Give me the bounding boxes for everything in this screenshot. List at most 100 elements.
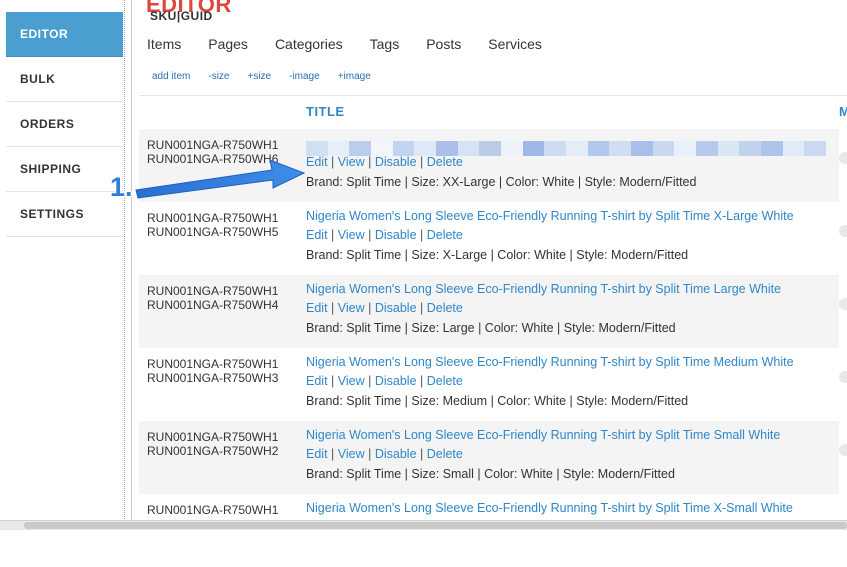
separator: | <box>364 228 375 242</box>
tab-services[interactable]: Services <box>488 36 542 52</box>
delete-link[interactable]: Delete <box>427 228 463 242</box>
disable-link[interactable]: Disable <box>375 155 417 169</box>
sku-cell: RUN001NGA-R750WH1 RUN001NGA-R750WH5 <box>147 211 278 239</box>
product-title-link[interactable]: Nigeria Women's Long Sleeve Eco-Friendly… <box>306 427 831 444</box>
title-cell: Nigeria Women's Long Sleeve Eco-Friendly… <box>306 427 831 484</box>
row-actions: Edit | View | Disable | Delete <box>306 444 831 464</box>
product-title-link[interactable]: Nigeria Women's Long Sleeve Eco-Friendly… <box>306 500 831 517</box>
title-cell: Edit | View | Disable | Delete Brand: Spl… <box>306 135 831 192</box>
separator: | <box>327 155 338 169</box>
row-handle-icon[interactable] <box>839 225 847 237</box>
sidebar-item-shipping[interactable]: SHIPPING <box>6 147 123 192</box>
edit-link[interactable]: Edit <box>306 228 328 242</box>
add-item-button[interactable]: add item <box>152 71 190 82</box>
view-link[interactable]: View <box>338 155 365 169</box>
hide-image-button[interactable]: -image <box>289 71 320 82</box>
product-title-link[interactable]: Nigeria Women's Long Sleeve Eco-Friendly… <box>306 354 831 371</box>
tab-bar: Items Pages Categories Tags Posts Services <box>147 36 569 52</box>
toolbar-actions: add item -size +size -image +image <box>152 71 389 82</box>
table-row: RUN001NGA-R750WH1 Nigeria Women's Long Sl… <box>139 494 839 567</box>
sidebar-item-bulk[interactable]: BULK <box>6 57 123 102</box>
disable-link[interactable]: Disable <box>375 228 417 242</box>
guid-value: RUN001NGA-R750WH4 <box>147 298 279 312</box>
delete-link[interactable]: Delete <box>427 155 463 169</box>
delete-link[interactable]: Delete <box>427 301 463 315</box>
sku-value: RUN001NGA-R750WH1 <box>147 284 279 298</box>
decrease-size-button[interactable]: -size <box>208 71 229 82</box>
separator: | <box>364 447 375 461</box>
row-handle-icon[interactable] <box>839 298 847 310</box>
divider <box>131 0 132 529</box>
column-header-sku[interactable]: SKU|GUID <box>150 9 213 23</box>
item-attributes: Brand: Split Time | Size: XX-Large | Col… <box>306 175 697 189</box>
separator: | <box>327 447 338 461</box>
sku-cell: RUN001NGA-R750WH1 RUN001NGA-R750WH4 <box>147 284 278 312</box>
show-image-button[interactable]: +image <box>338 71 371 82</box>
row-handle-icon[interactable] <box>839 371 847 383</box>
sidebar-item-editor[interactable]: EDITOR <box>6 12 123 57</box>
guid-value: RUN001NGA-R750WH2 <box>147 444 279 458</box>
disable-link[interactable]: Disable <box>375 301 417 315</box>
sku-value: RUN001NGA-R750WH1 <box>147 211 279 225</box>
guid-value: RUN001NGA-R750WH5 <box>147 225 279 239</box>
sidebar-item-settings[interactable]: SETTINGS <box>6 192 123 237</box>
separator: | <box>364 155 375 169</box>
column-header-more[interactable]: M <box>839 104 847 119</box>
delete-link[interactable]: Delete <box>427 374 463 388</box>
separator: | <box>416 228 427 242</box>
increase-size-button[interactable]: +size <box>247 71 271 82</box>
product-title-link[interactable]: Nigeria Women's Long Sleeve Eco-Friendly… <box>306 281 831 298</box>
separator: | <box>416 301 427 315</box>
sku-cell: RUN001NGA-R750WH1 RUN001NGA-R750WH6 <box>147 138 278 166</box>
sku-cell: RUN001NGA-R750WH1 RUN001NGA-R750WH2 <box>147 430 278 458</box>
sku-value: RUN001NGA-R750WH1 <box>147 503 279 517</box>
row-handle-icon[interactable] <box>839 152 847 164</box>
separator: | <box>364 301 375 315</box>
separator: | <box>364 374 375 388</box>
disable-link[interactable]: Disable <box>375 447 417 461</box>
sku-cell: RUN001NGA-R750WH1 <box>147 503 278 517</box>
row-actions: Edit | View | Disable | Delete <box>306 371 831 391</box>
edit-link[interactable]: Edit <box>306 155 328 169</box>
edit-link[interactable]: Edit <box>306 301 328 315</box>
sku-value: RUN001NGA-R750WH1 <box>147 430 279 444</box>
scrollbar-thumb[interactable] <box>24 522 847 529</box>
edit-link[interactable]: Edit <box>306 447 328 461</box>
tab-items[interactable]: Items <box>147 36 181 52</box>
table-row: RUN001NGA-R750WH1 RUN001NGA-R750WH3 Nigeri… <box>139 348 839 421</box>
separator: | <box>416 155 427 169</box>
title-cell: Nigeria Women's Long Sleeve Eco-Friendly… <box>306 500 831 517</box>
title-cell: Nigeria Women's Long Sleeve Eco-Friendly… <box>306 281 831 338</box>
item-attributes: Brand: Split Time | Size: Small | Color:… <box>306 467 675 481</box>
table-row: RUN001NGA-R750WH1 RUN001NGA-R750WH2 Nigeri… <box>139 421 839 494</box>
column-header-title[interactable]: TITLE <box>306 104 345 119</box>
separator: | <box>327 301 338 315</box>
view-link[interactable]: View <box>338 374 365 388</box>
view-link[interactable]: View <box>338 301 365 315</box>
table-row: RUN001NGA-R750WH1 RUN001NGA-R750WH6 Edit |… <box>139 129 839 202</box>
row-actions: Edit | View | Disable | Delete <box>306 225 831 245</box>
divider <box>139 95 847 96</box>
tab-pages[interactable]: Pages <box>208 36 248 52</box>
product-title-link[interactable]: Nigeria Women's Long Sleeve Eco-Friendly… <box>306 208 831 225</box>
sidebar-item-orders[interactable]: ORDERS <box>6 102 123 147</box>
row-handle-icon[interactable] <box>839 444 847 456</box>
view-link[interactable]: View <box>338 228 365 242</box>
separator: | <box>327 374 338 388</box>
items-table: RUN001NGA-R750WH1 RUN001NGA-R750WH6 Edit |… <box>139 129 839 567</box>
tab-categories[interactable]: Categories <box>275 36 343 52</box>
title-cell: Nigeria Women's Long Sleeve Eco-Friendly… <box>306 354 831 411</box>
separator: | <box>416 374 427 388</box>
disable-link[interactable]: Disable <box>375 374 417 388</box>
tab-tags[interactable]: Tags <box>370 36 400 52</box>
edit-link[interactable]: Edit <box>306 374 328 388</box>
item-attributes: Brand: Split Time | Size: Medium | Color… <box>306 394 689 408</box>
item-attributes: Brand: Split Time | Size: Large | Color:… <box>306 321 676 335</box>
tab-posts[interactable]: Posts <box>426 36 461 52</box>
guid-value: RUN001NGA-R750WH6 <box>147 152 279 166</box>
row-actions: Edit | View | Disable | Delete <box>306 298 831 318</box>
delete-link[interactable]: Delete <box>427 447 463 461</box>
sidebar-nav: EDITOR BULK ORDERS SHIPPING SETTINGS <box>6 12 123 237</box>
separator: | <box>327 228 338 242</box>
view-link[interactable]: View <box>338 447 365 461</box>
